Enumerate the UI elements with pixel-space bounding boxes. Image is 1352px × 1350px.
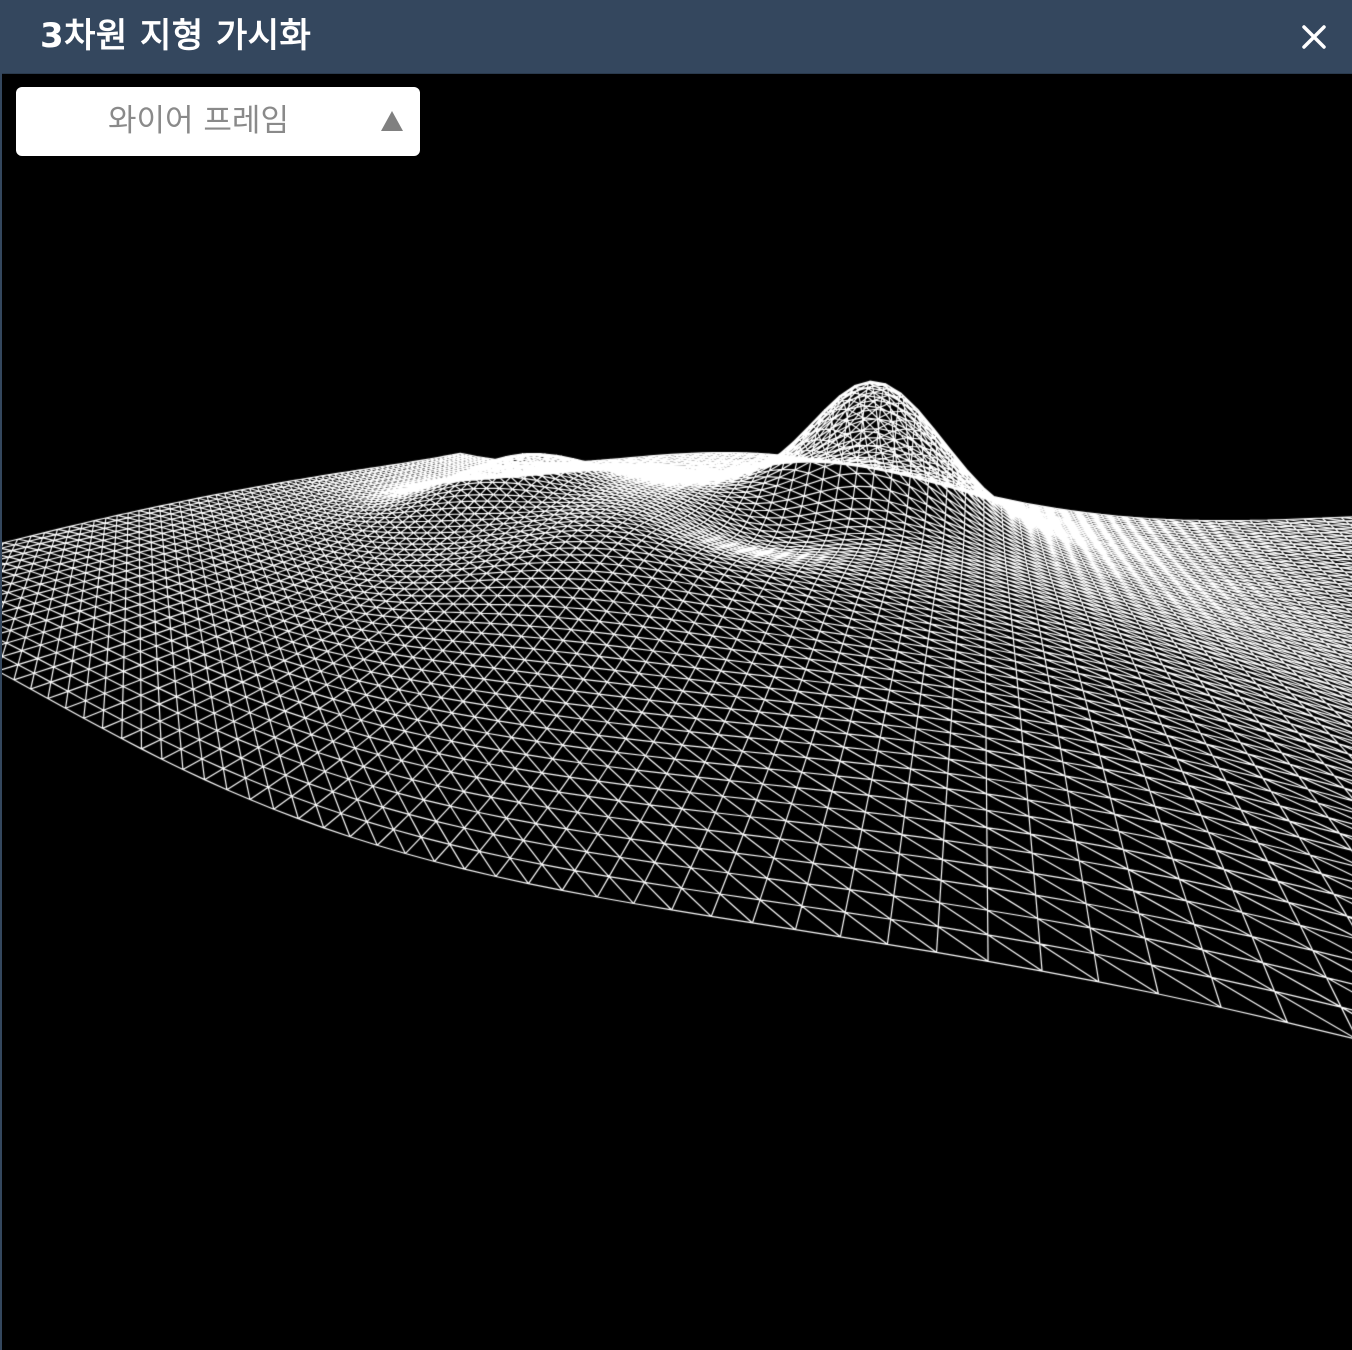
terrain-viewer-window: 3차원 지형 가시화 와이어 프레임 bbox=[0, 0, 1352, 1350]
triangle-up-icon bbox=[381, 111, 403, 131]
close-button[interactable] bbox=[1292, 15, 1336, 59]
render-mode-selected: 와이어 프레임 bbox=[108, 103, 289, 139]
window-title: 3차원 지형 가시화 bbox=[40, 16, 312, 56]
title-bar: 3차원 지형 가시화 bbox=[2, 0, 1352, 74]
close-icon bbox=[1302, 25, 1326, 49]
terrain-wireframe-canvas[interactable] bbox=[2, 74, 1352, 1350]
render-mode-dropdown[interactable]: 와이어 프레임 bbox=[16, 87, 420, 156]
terrain-viewport[interactable] bbox=[2, 74, 1352, 1350]
